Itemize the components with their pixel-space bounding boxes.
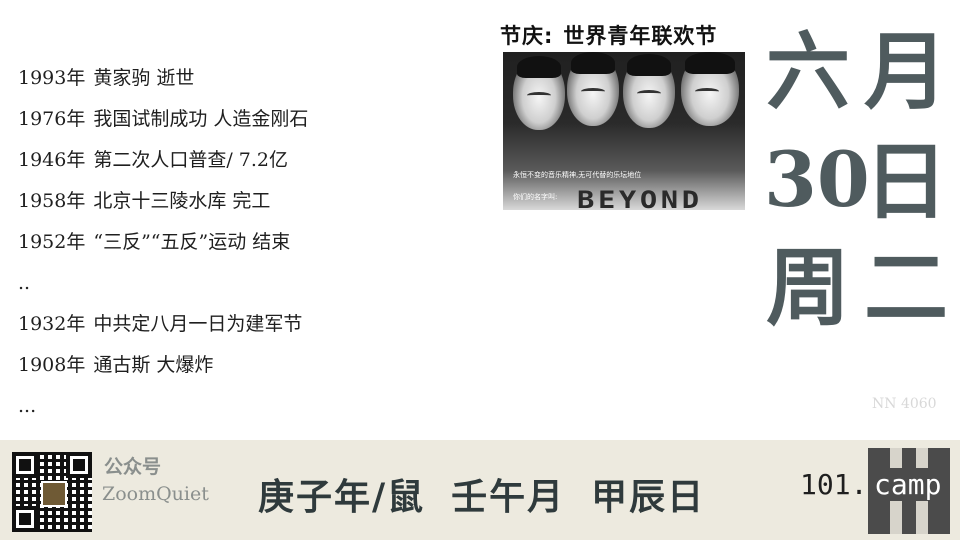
event-text: ... [18,395,37,417]
events-list: 1993年 黄家驹 逝世 1976年 我国试制成功 人造金刚石 1946年 第二次人口… [18,58,488,427]
event-year: 1958年 [18,190,86,212]
festival-heading: 节庆: 世界青年联欢节 [500,20,750,50]
event-ellipsis: .. [18,263,488,304]
ganzhi-date: 庚子年/鼠 壬午月 甲辰日 [258,468,731,520]
day-number: 30 [764,135,870,224]
weekday-value: 二 [864,238,949,337]
event-text: 中共定八月一日为建军节 [93,313,303,335]
band-logo: BEYOND [577,186,703,210]
event-text: 黄家驹 逝世 [93,67,195,89]
band-member-face [623,54,675,128]
event-text: 我国试制成功 人造金刚石 [93,108,309,130]
day-label: 日 [864,132,949,231]
band-member-face [681,52,739,126]
event-item: 1976年 我国试制成功 人造金刚石 [18,99,488,140]
event-item: 1946年 第二次人口普查/ 7.2亿 [18,140,488,181]
ganzhi-month: 壬午月 [451,476,566,518]
qr-finder [12,506,38,532]
event-item: 1908年 通古斯 大爆炸 [18,345,488,386]
footer-bar: 公众号 ZoomQuiet 庚子年/鼠 壬午月 甲辰日 101. camp [0,440,960,540]
event-year: 1908年 [18,354,86,376]
festival-label: 节庆: [500,24,554,48]
event-text: 通古斯 大爆炸 [93,354,214,376]
ganzhi-year: 庚子年/鼠 [258,476,426,518]
event-year: 1952年 [18,231,86,253]
event-text: 第二次人口普查/ 7.2亿 [93,149,289,171]
band-member-face [567,52,619,126]
watermark: NN 4060 [872,396,937,412]
photo-caption: 永恒不变的音乐精神,无可代替的乐坛地位 [513,171,642,179]
event-item: 1958年 北京十三陵水库 完工 [18,181,488,222]
month-label: 月 [864,22,949,121]
event-item: 1932年 中共定八月一日为建军节 [18,304,488,345]
event-item: 1993年 黄家驹 逝世 [18,58,488,99]
qr-code[interactable] [12,452,92,532]
event-year: 1932年 [18,313,86,335]
event-ellipsis: ... [18,386,488,427]
brand-word: camp [870,468,946,501]
qr-avatar [41,481,67,507]
band-photo: 永恒不变的音乐精神,无可代替的乐坛地位 你们的名字叫: BEYOND [503,52,745,210]
event-year: 1976年 [18,108,86,130]
event-text: “三反”“五反”运动 结束 [93,231,291,253]
photo-logo-prefix: 你们的名字叫: [513,193,558,201]
weekday-label: 周 [766,238,851,337]
account-name: ZoomQuiet [102,483,209,505]
account-label: 公众号 [104,456,162,478]
ganzhi-day: 甲辰日 [591,476,706,518]
qr-finder [66,452,92,478]
qr-finder [12,452,38,478]
event-year: 1993年 [18,67,86,89]
event-text: .. [18,272,31,294]
event-item: 1952年 “三反”“五反”运动 结束 [18,222,488,263]
event-text: 北京十三陵水库 完工 [93,190,271,212]
brand-number: 101. [800,468,868,501]
event-year: 1946年 [18,149,86,171]
band-member-face [513,56,565,130]
month-number: 六 [766,22,851,121]
festival-name: 世界青年联欢节 [563,24,718,48]
